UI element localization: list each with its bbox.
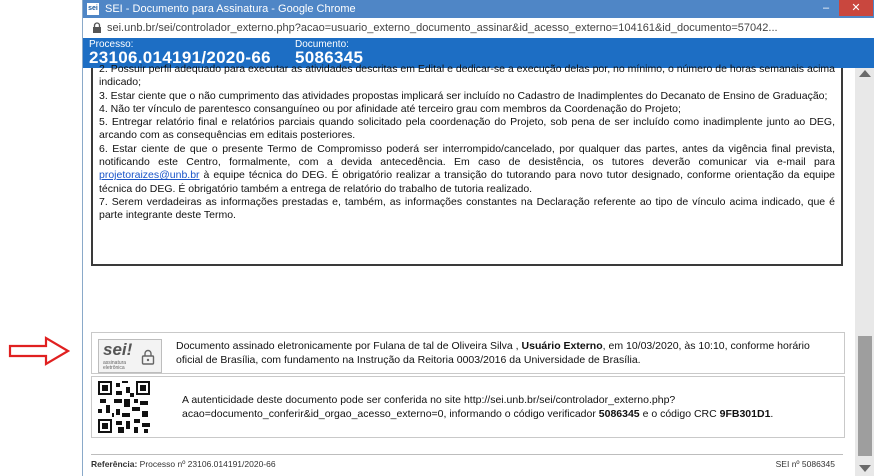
verification-code: 5086345 bbox=[598, 408, 640, 420]
red-arrow-icon bbox=[8, 336, 70, 366]
url-text[interactable]: sei.unb.br/sei/controlador_externo.php?a… bbox=[107, 18, 871, 38]
window-titlebar[interactable]: sei SEI - Documento para Assinatura - Go… bbox=[83, 0, 874, 18]
crc-code: 9FB301D1 bbox=[719, 408, 771, 420]
signature-text: Documento assinado eletronicamente por F… bbox=[176, 339, 836, 367]
verification-text-end: . bbox=[770, 408, 774, 420]
sei-signature-logo: sei! assinatura eletrônica bbox=[98, 339, 162, 373]
sei-logo-text: sei! bbox=[103, 340, 133, 359]
sei-logo-subtitle: assinatura eletrônica bbox=[103, 360, 127, 371]
reference-value: Processo nº 23106.014191/2020-66 bbox=[137, 459, 276, 469]
clause-6: 6. Estar ciente de que o presente Termo … bbox=[99, 143, 835, 196]
document-viewer: 2. Possuir perfil adequado para executar… bbox=[83, 63, 855, 476]
window-title: SEI - Documento para Assinatura - Google… bbox=[105, 3, 356, 15]
scrollbar-thumb[interactable] bbox=[858, 336, 872, 456]
scroll-down-icon[interactable] bbox=[859, 465, 871, 472]
qr-code-icon bbox=[98, 381, 150, 433]
vertical-scrollbar[interactable] bbox=[855, 68, 874, 476]
clause-2: 2. Possuir perfil adequado para executar… bbox=[99, 63, 835, 89]
app-icon: sei bbox=[87, 3, 99, 15]
browser-window: sei SEI - Documento para Assinatura - Go… bbox=[82, 0, 874, 476]
clause-6-text-a: 6. Estar ciente de que o presente Termo … bbox=[99, 142, 835, 169]
footer-divider bbox=[91, 454, 843, 455]
address-bar[interactable]: sei.unb.br/sei/controlador_externo.php?a… bbox=[83, 18, 874, 39]
clause-3: 3. Estar ciente que o não cumprimento da… bbox=[99, 89, 828, 102]
lock-icon bbox=[93, 22, 101, 33]
close-button[interactable]: ✕ bbox=[839, 0, 873, 16]
clause-4: 4. Não ter vínculo de parentesco consang… bbox=[99, 102, 681, 115]
signer-role: Usuário Externo bbox=[521, 340, 603, 352]
scroll-up-icon[interactable] bbox=[859, 70, 871, 77]
clause-6-text-b: à equipe técnica do DEG. É obrigatório r… bbox=[99, 169, 835, 195]
footer-sei-number: SEI nº 5086345 bbox=[775, 459, 835, 469]
signature-block: sei! assinatura eletrônica Documento ass… bbox=[91, 332, 845, 374]
verification-block: A autenticidade deste documento pode ser… bbox=[91, 376, 845, 438]
document-body: 2. Possuir perfil adequado para executar… bbox=[91, 63, 843, 266]
signature-text-a: Documento assinado eletronicamente por F… bbox=[176, 340, 522, 352]
footer-reference: Referência: Processo nº 23106.014191/202… bbox=[91, 459, 276, 469]
clause-5: 5. Entregar relatório final e relatórios… bbox=[99, 116, 835, 142]
verification-text: A autenticidade deste documento pode ser… bbox=[182, 393, 842, 421]
email-link[interactable]: projetoraizes@unb.br bbox=[99, 169, 200, 181]
verification-text-b: e o código CRC bbox=[639, 408, 720, 420]
reference-label: Referência: bbox=[91, 459, 138, 469]
minimize-button[interactable]: – bbox=[813, 0, 839, 16]
padlock-icon bbox=[141, 349, 155, 365]
clause-7: 7. Serem verdadeiras as informações pres… bbox=[99, 195, 835, 222]
